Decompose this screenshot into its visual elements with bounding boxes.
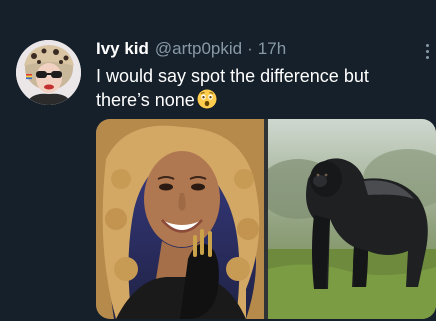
separator-dot: · bbox=[247, 39, 253, 58]
media-image-right[interactable] bbox=[268, 119, 436, 319]
media-image-left[interactable] bbox=[96, 119, 264, 319]
user-handle[interactable]: @artp0pkid bbox=[155, 39, 242, 59]
tweet-text-body: I would say spot the difference but ther… bbox=[96, 66, 369, 110]
gorilla-photo bbox=[268, 119, 436, 319]
woman-photo bbox=[96, 119, 264, 319]
astonished-face-emoji bbox=[197, 89, 217, 109]
tweet[interactable]: Ivy kid @artp0pkid · 17h I would say spo… bbox=[0, 0, 436, 321]
tweet-text: I would say spot the difference but ther… bbox=[96, 64, 426, 112]
avatar-image bbox=[16, 40, 81, 105]
more-options-icon[interactable] bbox=[420, 40, 434, 62]
display-name[interactable]: Ivy kid bbox=[96, 39, 149, 59]
timestamp[interactable]: 17h bbox=[258, 39, 286, 59]
avatar[interactable] bbox=[16, 40, 81, 105]
tweet-header: Ivy kid @artp0pkid · 17h bbox=[96, 38, 286, 60]
tweet-media[interactable] bbox=[96, 119, 436, 319]
